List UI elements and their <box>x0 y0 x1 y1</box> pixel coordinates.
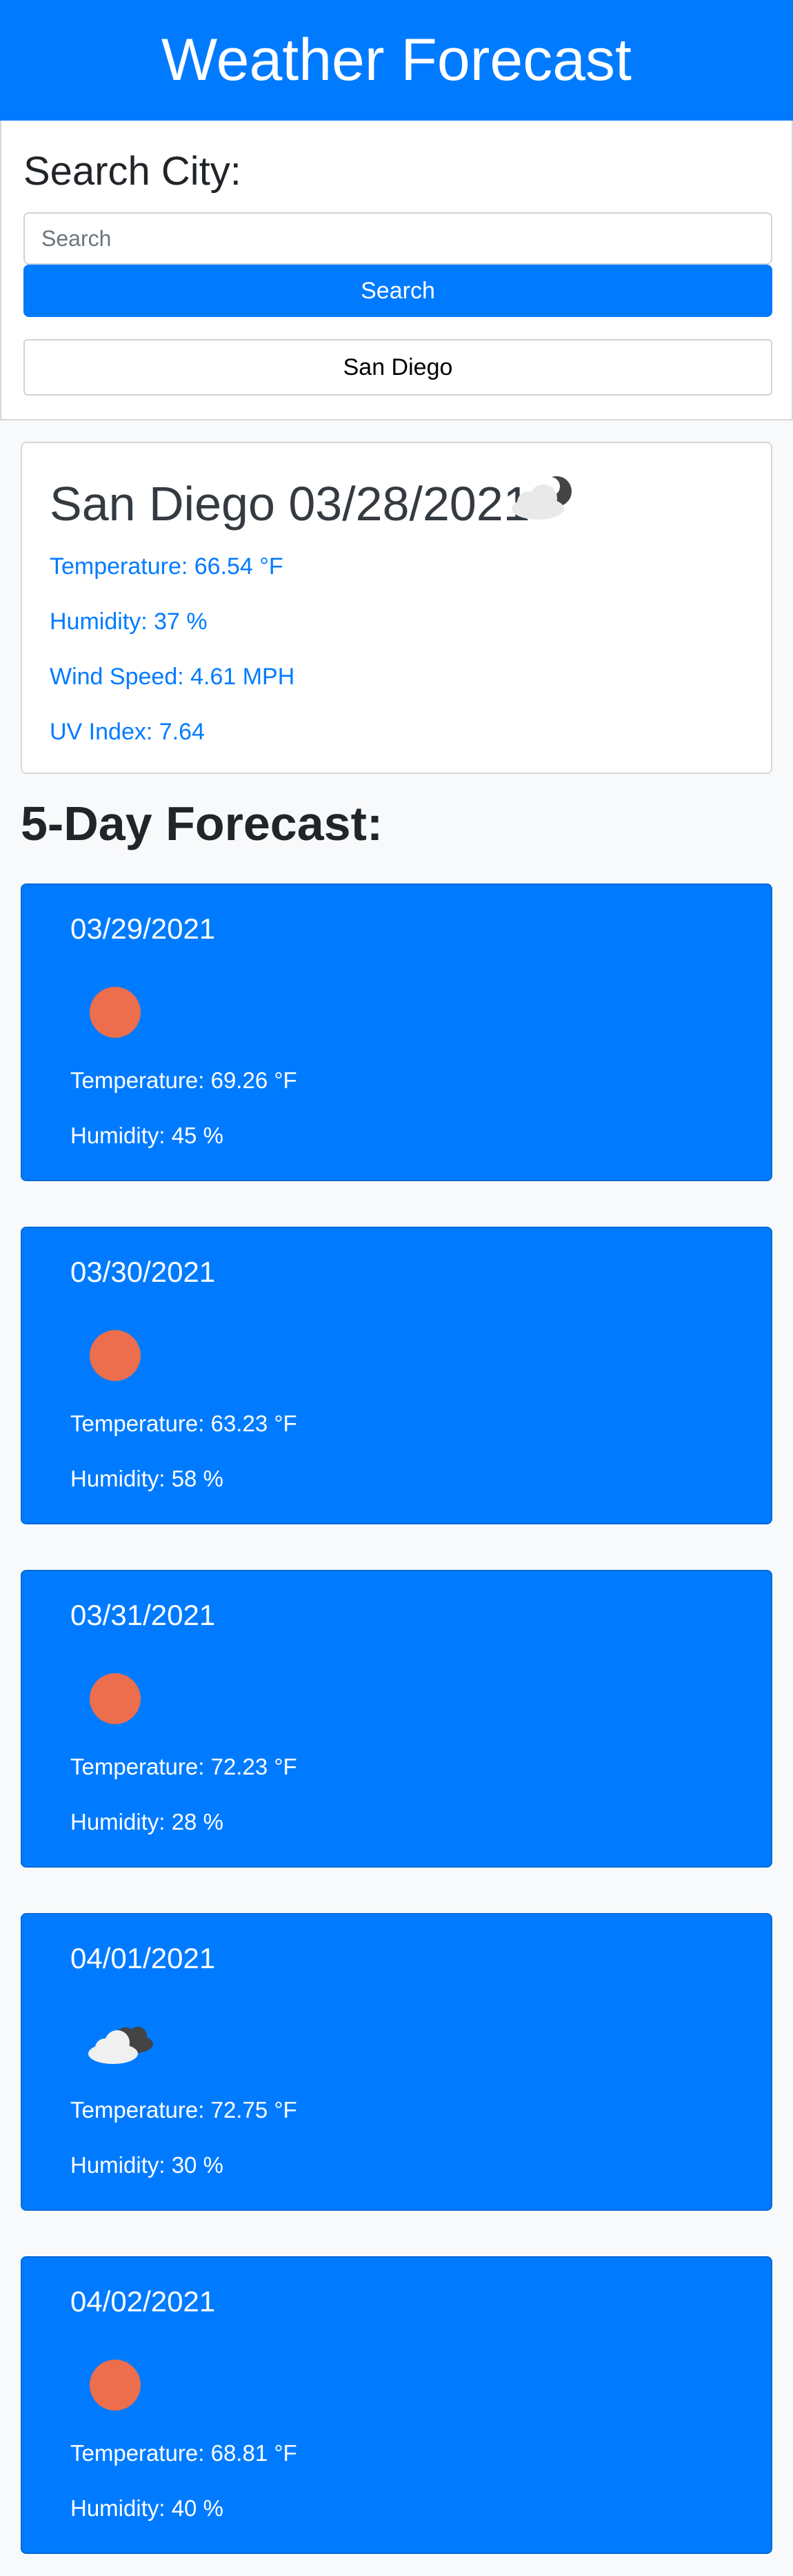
forecast-card: 04/01/2021 Temperature: 72.75 °F Humidit… <box>21 1913 772 2211</box>
forecast-card: 04/02/2021 Temperature: 68.81 °F Humidit… <box>21 2256 772 2554</box>
forecast-humidity: Humidity: 30 % <box>70 2152 223 2178</box>
search-panel: Search City: Search San Diego <box>0 121 793 420</box>
current-temperature: Temperature: 66.54 °F <box>50 553 283 580</box>
history-city-button[interactable]: San Diego <box>23 339 772 396</box>
forecast-date: 04/01/2021 <box>70 1942 216 1974</box>
sun-icon <box>90 2360 141 2411</box>
current-humidity: Humidity: 37 % <box>50 609 208 635</box>
forecast-humidity: Humidity: 58 % <box>70 1466 223 1491</box>
clouds-icon <box>88 2027 153 2064</box>
page-title: Weather Forecast <box>161 27 632 93</box>
forecast-temperature: Temperature: 72.23 °F <box>70 1754 297 1779</box>
sun-icon <box>90 1330 141 1381</box>
forecast-date: 03/29/2021 <box>70 912 216 945</box>
forecast-humidity: Humidity: 28 % <box>70 1809 223 1834</box>
current-wind-speed: Wind Speed: 4.61 MPH <box>50 664 295 690</box>
sun-icon <box>90 1673 141 1724</box>
search-title: Search City: <box>23 149 241 194</box>
forecast-temperature: Temperature: 69.26 °F <box>70 1067 297 1093</box>
forecast-temperature: Temperature: 72.75 °F <box>70 2097 297 2123</box>
forecast-card: 03/31/2021 Temperature: 72.23 °F Humidit… <box>21 1570 772 1868</box>
forecast-temperature: Temperature: 63.23 °F <box>70 1411 297 1436</box>
page-header: Weather Forecast <box>0 0 793 121</box>
forecast-humidity: Humidity: 40 % <box>70 2495 223 2521</box>
forecast-date: 03/30/2021 <box>70 1256 216 1288</box>
forecast-card: 03/29/2021 Temperature: 69.26 °F Humidit… <box>21 883 772 1181</box>
current-uv-index: UV Index: 7.64 <box>50 719 205 745</box>
forecast-card: 03/30/2021 Temperature: 63.23 °F Humidit… <box>21 1227 772 1524</box>
forecast-temperature: Temperature: 68.81 °F <box>70 2440 297 2466</box>
forecast-humidity: Humidity: 45 % <box>70 1123 223 1148</box>
search-input[interactable] <box>23 212 772 265</box>
partly-cloudy-night-icon <box>512 476 572 520</box>
forecast-date: 03/31/2021 <box>70 1599 216 1631</box>
current-city-date: San Diego 03/28/2021 <box>50 477 530 531</box>
search-button[interactable]: Search <box>23 265 772 317</box>
current-weather-card: San Diego 03/28/2021 Temperature: 66.54 … <box>21 442 772 774</box>
forecast-title: 5-Day Forecast: <box>21 797 383 850</box>
sun-icon <box>90 987 141 1038</box>
forecast-date: 04/02/2021 <box>70 2285 216 2318</box>
